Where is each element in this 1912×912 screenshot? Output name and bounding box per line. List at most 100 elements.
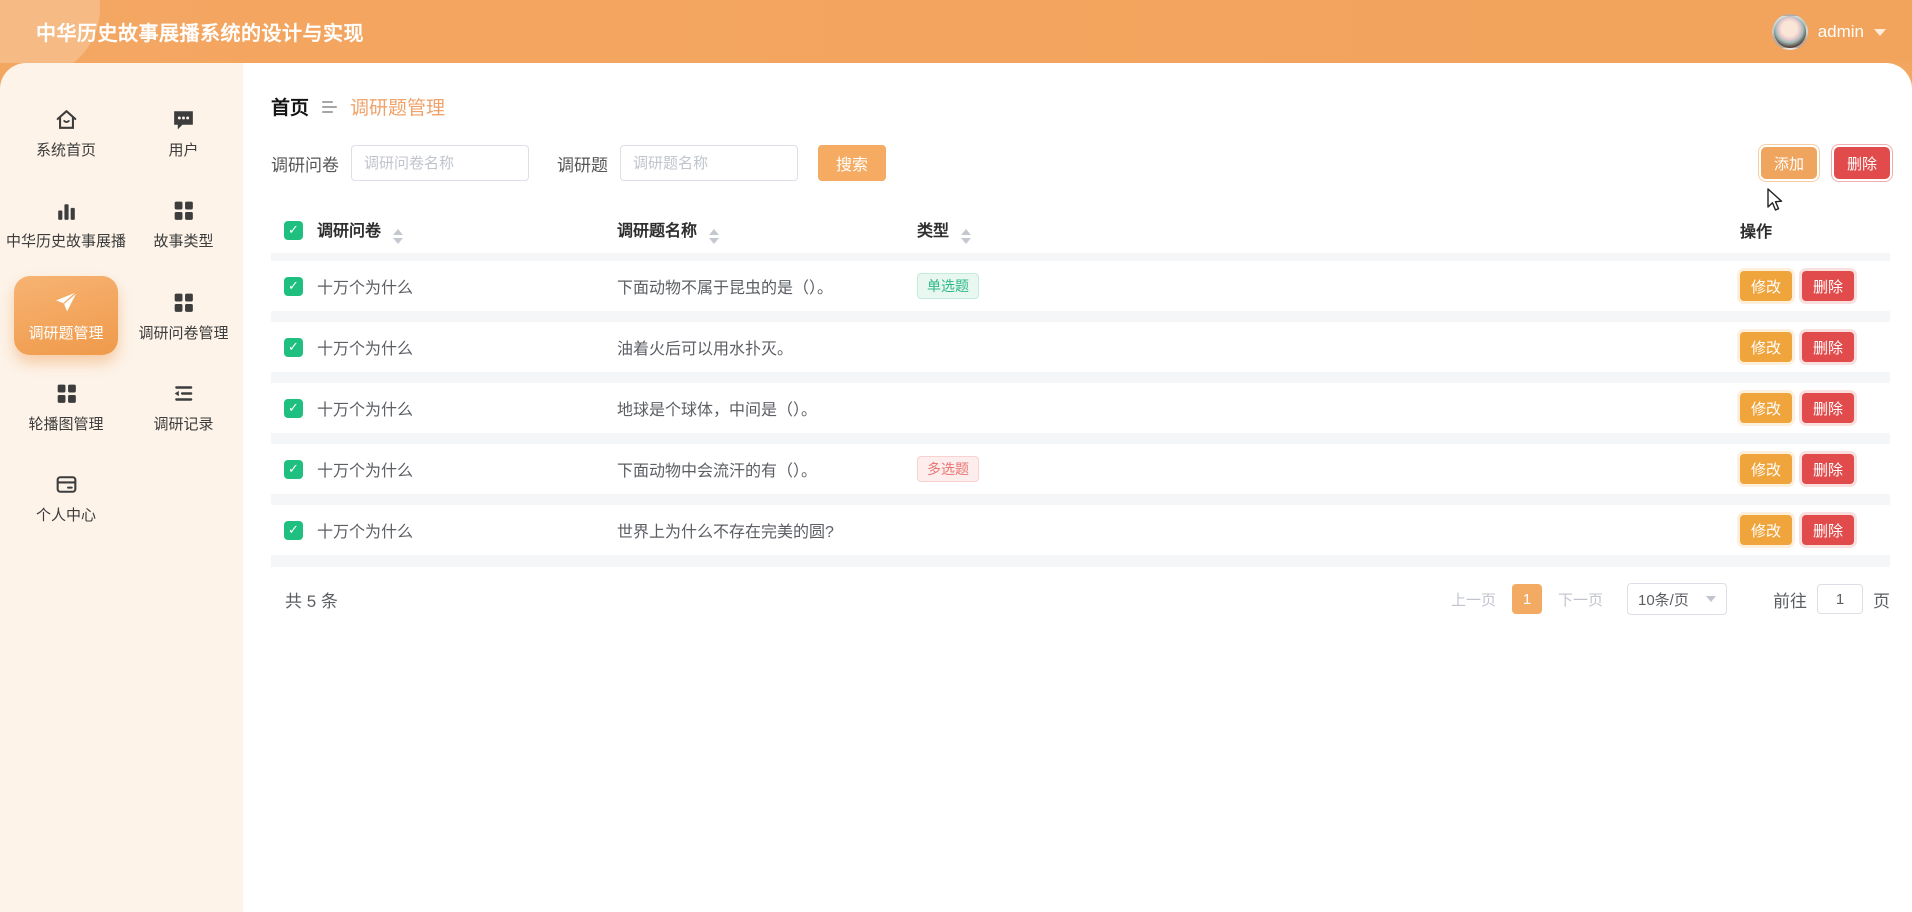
table-header-row: 调研问卷 调研题名称 类型 操作 xyxy=(271,207,1890,253)
sidebar-item-label: 系统首页 xyxy=(36,142,96,159)
sidebar: 系统首页 用户 中华历史故事展播 故事类型 xyxy=(0,63,243,912)
edit-button[interactable]: 修改 xyxy=(1740,454,1792,484)
goto-page-input[interactable] xyxy=(1817,584,1863,614)
delete-row-button[interactable]: 删除 xyxy=(1802,454,1854,484)
row-survey: 十万个为什么 xyxy=(317,396,617,420)
main-content: 首页 调研题管理 调研问卷 调研题 搜索 添加 删除 调研问卷 xyxy=(243,63,1912,912)
add-button[interactable]: 添加 xyxy=(1761,147,1817,179)
sidebar-item-label: 个人中心 xyxy=(36,507,96,524)
sort-icon[interactable] xyxy=(709,229,719,244)
row-checkbox[interactable] xyxy=(284,338,303,357)
column-header-survey[interactable]: 调研问卷 xyxy=(317,217,617,244)
column-header-actions: 操作 xyxy=(1740,218,1890,242)
goto-page: 前往 页 xyxy=(1773,584,1890,614)
sidebar-item-label: 调研记录 xyxy=(154,416,214,433)
row-survey: 十万个为什么 xyxy=(317,457,617,481)
survey-filter-input[interactable] xyxy=(351,145,529,181)
username: admin xyxy=(1818,22,1864,42)
filter-toolbar: 调研问卷 调研题 搜索 添加 删除 xyxy=(271,145,1890,181)
grid-icon xyxy=(170,197,197,224)
sidebar-item-survey-mgmt[interactable]: 调研问卷管理 xyxy=(128,276,239,355)
table-row: 十万个为什么 下面动物不属于昆虫的是（）。 单选题 修改 删除 xyxy=(271,261,1890,311)
sidebar-item-label: 调研问卷管理 xyxy=(139,325,229,342)
sidebar-item-system-home[interactable]: 系统首页 xyxy=(4,93,128,172)
breadcrumb-separator-icon xyxy=(322,101,337,113)
chevron-down-icon xyxy=(1874,29,1886,36)
prev-page-button[interactable]: 上一页 xyxy=(1451,589,1496,610)
send-icon xyxy=(53,289,80,316)
delete-row-button[interactable]: 删除 xyxy=(1802,332,1854,362)
row-question: 下面动物中会流汗的有（）。 xyxy=(617,457,917,481)
column-header-question[interactable]: 调研题名称 xyxy=(617,217,917,244)
list-icon xyxy=(170,380,197,407)
question-filter-label: 调研题 xyxy=(557,151,608,176)
type-badge: 多选题 xyxy=(917,456,979,482)
grid-icon xyxy=(53,380,80,407)
sidebar-item-label: 故事类型 xyxy=(154,233,214,250)
select-all-checkbox[interactable] xyxy=(284,221,303,240)
bar-chart-icon xyxy=(53,197,80,224)
row-question: 油着火后可以用水扑灭。 xyxy=(617,335,917,359)
sidebar-item-story-broadcast[interactable]: 中华历史故事展播 xyxy=(4,184,128,263)
row-checkbox[interactable] xyxy=(284,521,303,540)
survey-filter-label: 调研问卷 xyxy=(271,151,339,176)
sidebar-item-survey-question-mgmt[interactable]: 调研题管理 xyxy=(14,276,118,355)
sidebar-item-carousel-mgmt[interactable]: 轮播图管理 xyxy=(4,367,128,446)
row-survey: 十万个为什么 xyxy=(317,274,617,298)
breadcrumb-current: 调研题管理 xyxy=(350,93,445,120)
next-page-button[interactable]: 下一页 xyxy=(1558,589,1603,610)
table-toolbar-actions: 添加 删除 xyxy=(1761,147,1890,179)
avatar[interactable] xyxy=(1772,14,1808,50)
sidebar-item-label: 中华历史故事展播 xyxy=(6,233,126,250)
grid-icon xyxy=(170,289,197,316)
sort-icon[interactable] xyxy=(393,229,403,244)
user-menu[interactable]: admin xyxy=(1772,14,1886,50)
sort-icon[interactable] xyxy=(961,229,971,244)
page-size-select[interactable]: 10条/页 xyxy=(1627,583,1727,615)
breadcrumb-home[interactable]: 首页 xyxy=(271,93,309,120)
row-checkbox[interactable] xyxy=(284,399,303,418)
table-row: 十万个为什么 地球是个球体，中间是（）。 修改 删除 xyxy=(271,383,1890,433)
row-survey: 十万个为什么 xyxy=(317,335,617,359)
edit-button[interactable]: 修改 xyxy=(1740,332,1792,362)
sidebar-item-label: 轮播图管理 xyxy=(29,416,104,433)
sidebar-item-users[interactable]: 用户 xyxy=(128,93,239,172)
survey-question-table: 调研问卷 调研题名称 类型 操作 十万个为什么 下 xyxy=(271,207,1890,567)
delete-row-button[interactable]: 删除 xyxy=(1802,515,1854,545)
app-header: 中华历史故事展播系统的设计与实现 admin xyxy=(0,0,1912,63)
table-row: 十万个为什么 世界上为什么不存在完美的圆? 修改 删除 xyxy=(271,505,1890,555)
sidebar-item-survey-records[interactable]: 调研记录 xyxy=(128,367,239,446)
row-survey: 十万个为什么 xyxy=(317,518,617,542)
delete-row-button[interactable]: 删除 xyxy=(1802,393,1854,423)
column-header-type[interactable]: 类型 xyxy=(917,217,1217,244)
app-title: 中华历史故事展播系统的设计与实现 xyxy=(36,17,364,46)
sidebar-item-story-type[interactable]: 故事类型 xyxy=(128,184,239,263)
total-count: 共 5 条 xyxy=(285,587,338,612)
table-row: 十万个为什么 油着火后可以用水扑灭。 修改 删除 xyxy=(271,322,1890,372)
message-icon xyxy=(170,106,197,133)
goto-label: 前往 xyxy=(1773,587,1807,612)
edit-button[interactable]: 修改 xyxy=(1740,515,1792,545)
sidebar-item-label: 用户 xyxy=(169,142,199,159)
row-question: 下面动物不属于昆虫的是（）。 xyxy=(617,274,917,298)
card-icon xyxy=(53,471,80,498)
delete-button[interactable]: 删除 xyxy=(1834,147,1890,179)
row-question: 世界上为什么不存在完美的圆? xyxy=(617,518,917,542)
pagination: 上一页 1 下一页 10条/页 前往 页 xyxy=(1451,583,1890,615)
row-checkbox[interactable] xyxy=(284,277,303,296)
page-size-value: 10条/页 xyxy=(1638,589,1689,610)
current-page-button[interactable]: 1 xyxy=(1512,584,1542,614)
home-icon xyxy=(53,106,80,133)
delete-row-button[interactable]: 删除 xyxy=(1802,271,1854,301)
question-filter-input[interactable] xyxy=(620,145,798,181)
sidebar-item-label: 调研题管理 xyxy=(29,325,104,342)
page-unit-label: 页 xyxy=(1873,587,1890,612)
type-badge: 单选题 xyxy=(917,273,979,299)
sidebar-item-personal-center[interactable]: 个人中心 xyxy=(4,458,128,537)
search-button[interactable]: 搜索 xyxy=(818,145,886,181)
edit-button[interactable]: 修改 xyxy=(1740,271,1792,301)
edit-button[interactable]: 修改 xyxy=(1740,393,1792,423)
sidebar-nav: 系统首页 用户 中华历史故事展播 故事类型 xyxy=(4,93,239,537)
row-checkbox[interactable] xyxy=(284,460,303,479)
table-row: 十万个为什么 下面动物中会流汗的有（）。 多选题 修改 删除 xyxy=(271,444,1890,494)
